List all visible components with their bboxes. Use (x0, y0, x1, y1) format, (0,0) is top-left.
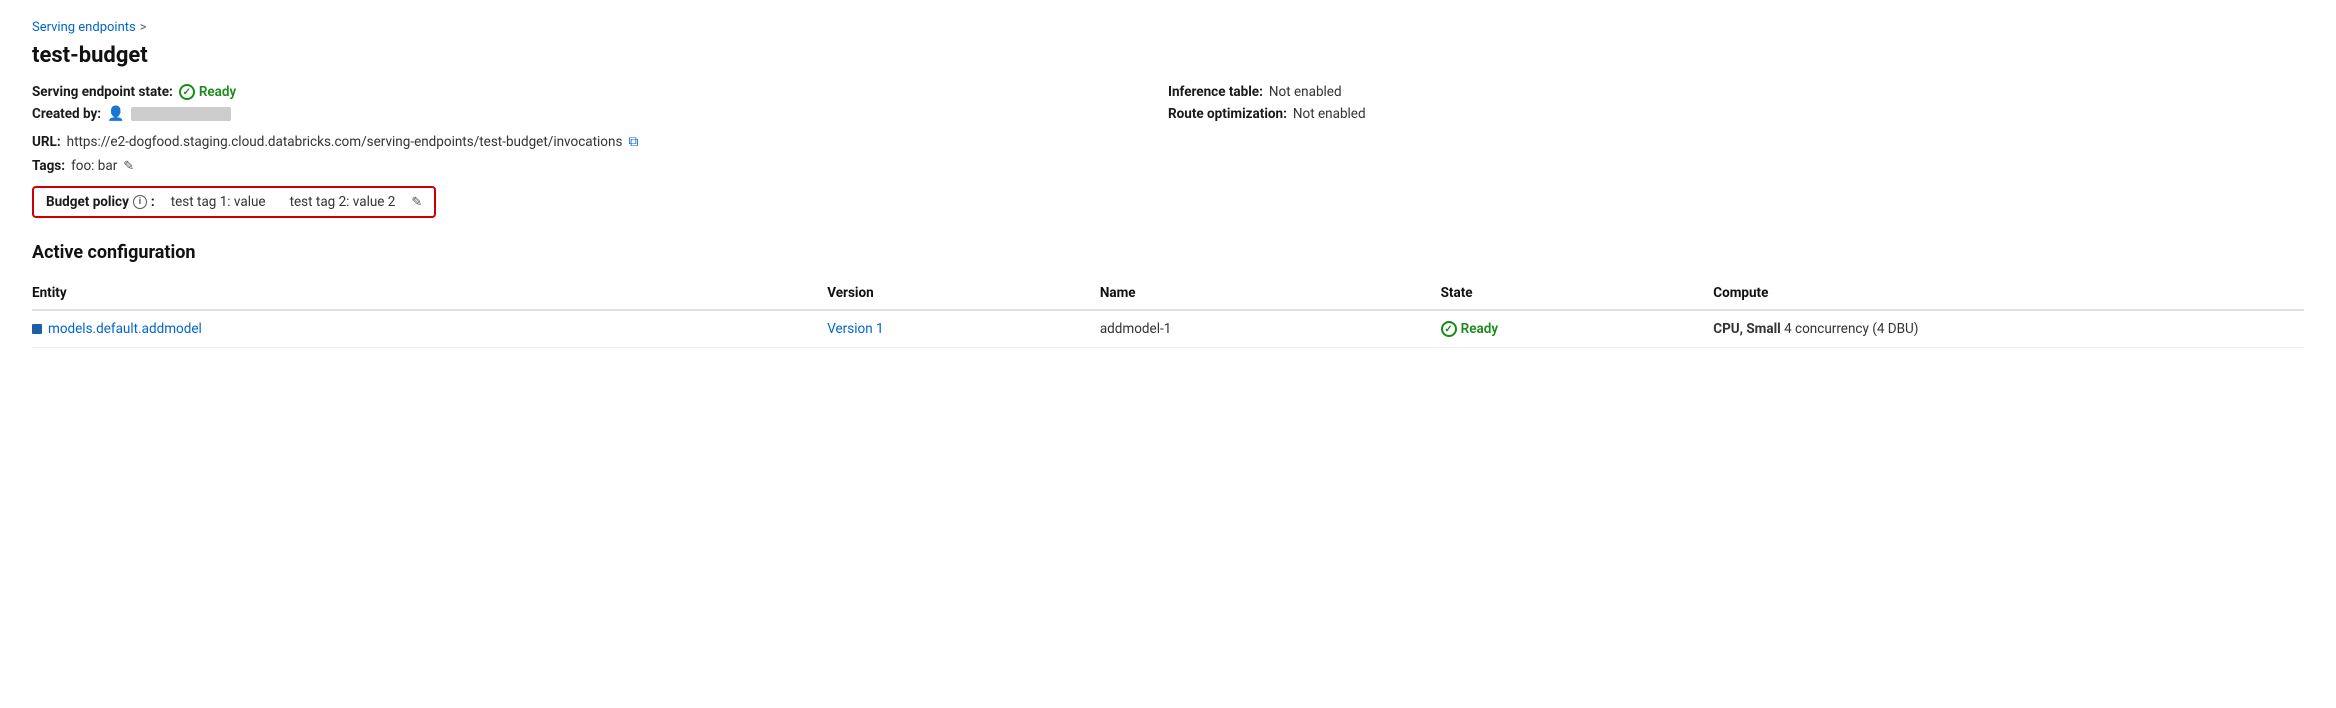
tags-edit-icon[interactable]: ✎ (123, 159, 134, 174)
inference-table-label: Inference table: (1168, 84, 1263, 100)
budget-policy-box: Budget policy i : test tag 1: value test… (32, 186, 436, 218)
table-cell-state: ✓ Ready (1441, 310, 1714, 348)
row-check-circle-icon: ✓ (1441, 321, 1457, 337)
endpoint-state-label: Serving endpoint state: (32, 84, 173, 100)
entity-link[interactable]: models.default.addmodel (32, 321, 815, 337)
row-state-value: ✓ Ready (1441, 321, 1702, 337)
budget-policy-label: Budget policy i : (46, 194, 155, 210)
table-cell-version: Version 1 (827, 310, 1100, 348)
compute-rest-text: 4 concurrency (4 DBU) (1781, 321, 1919, 337)
tags-value: foo: bar (71, 158, 117, 174)
active-config-section: Active configuration Entity Version Name… (32, 242, 2304, 348)
budget-tag1: test tag 1: value (163, 194, 274, 210)
col-header-name: Name (1100, 277, 1441, 310)
compute-bold-text: CPU, Small (1713, 321, 1781, 337)
endpoint-state-row: Serving endpoint state: ✓ Ready (32, 84, 1168, 100)
table-cell-compute: CPU, Small 4 concurrency (4 DBU) (1713, 310, 2304, 348)
entity-square-icon (32, 324, 42, 334)
active-config-title: Active configuration (32, 242, 2304, 263)
breadcrumb: Serving endpoints > (32, 20, 2304, 35)
version-link[interactable]: Version 1 (827, 321, 883, 337)
inference-table-value: Not enabled (1269, 84, 1342, 100)
created-by-label: Created by: (32, 106, 101, 122)
table-cell-name: addmodel-1 (1100, 310, 1441, 348)
user-icon: 👤 (107, 106, 124, 122)
created-by-redacted (131, 107, 231, 121)
endpoint-state-value: ✓ Ready (179, 84, 236, 100)
meta-grid: Serving endpoint state: ✓ Ready Inferenc… (32, 84, 2304, 122)
inference-table-row: Inference table: Not enabled (1168, 84, 2304, 100)
route-optimization-row: Route optimization: Not enabled (1168, 106, 2304, 122)
table-header-row: Entity Version Name State Compute (32, 277, 2304, 310)
breadcrumb-separator: > (140, 20, 147, 35)
col-header-entity: Entity (32, 277, 827, 310)
check-circle-icon: ✓ (179, 84, 195, 100)
created-by-row: Created by: 👤 (32, 106, 1168, 122)
route-optimization-value: Not enabled (1293, 106, 1366, 122)
url-value: https://e2-dogfood.staging.cloud.databri… (67, 134, 623, 150)
tags-row: Tags: foo: bar ✎ (32, 158, 2304, 174)
table-row: models.default.addmodel Version 1 addmod… (32, 310, 2304, 348)
route-optimization-label: Route optimization: (1168, 106, 1287, 122)
table-cell-entity: models.default.addmodel (32, 310, 827, 348)
budget-policy-edit-icon[interactable]: ✎ (411, 195, 422, 210)
page-title: test-budget (32, 43, 2304, 68)
copy-icon[interactable]: ⧉ (628, 134, 638, 150)
budget-tag2: test tag 2: value 2 (282, 194, 404, 210)
col-header-version: Version (827, 277, 1100, 310)
config-table: Entity Version Name State Compute models… (32, 277, 2304, 348)
tags-label: Tags: (32, 158, 65, 174)
entity-link-text: models.default.addmodel (48, 321, 202, 337)
budget-info-icon[interactable]: i (133, 195, 147, 209)
breadcrumb-link[interactable]: Serving endpoints (32, 20, 136, 35)
url-label: URL: (32, 134, 61, 150)
url-row: URL: https://e2-dogfood.staging.cloud.da… (32, 134, 2304, 150)
col-header-compute: Compute (1713, 277, 2304, 310)
col-header-state: State (1441, 277, 1714, 310)
